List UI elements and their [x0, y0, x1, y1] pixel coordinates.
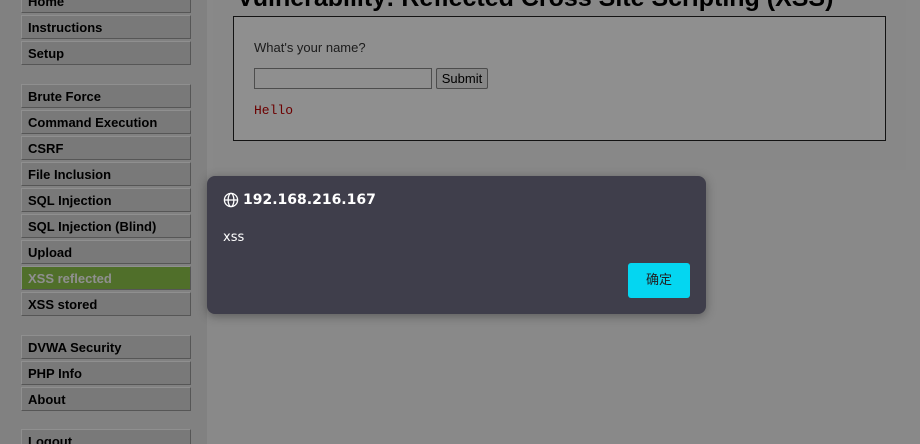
ok-button[interactable]: 确定 [628, 263, 690, 298]
alert-dialog: 192.168.216.167 xss 确定 [207, 176, 706, 314]
globe-icon [223, 192, 239, 208]
alert-origin: 192.168.216.167 [243, 192, 376, 208]
alert-message: xss [223, 230, 245, 245]
